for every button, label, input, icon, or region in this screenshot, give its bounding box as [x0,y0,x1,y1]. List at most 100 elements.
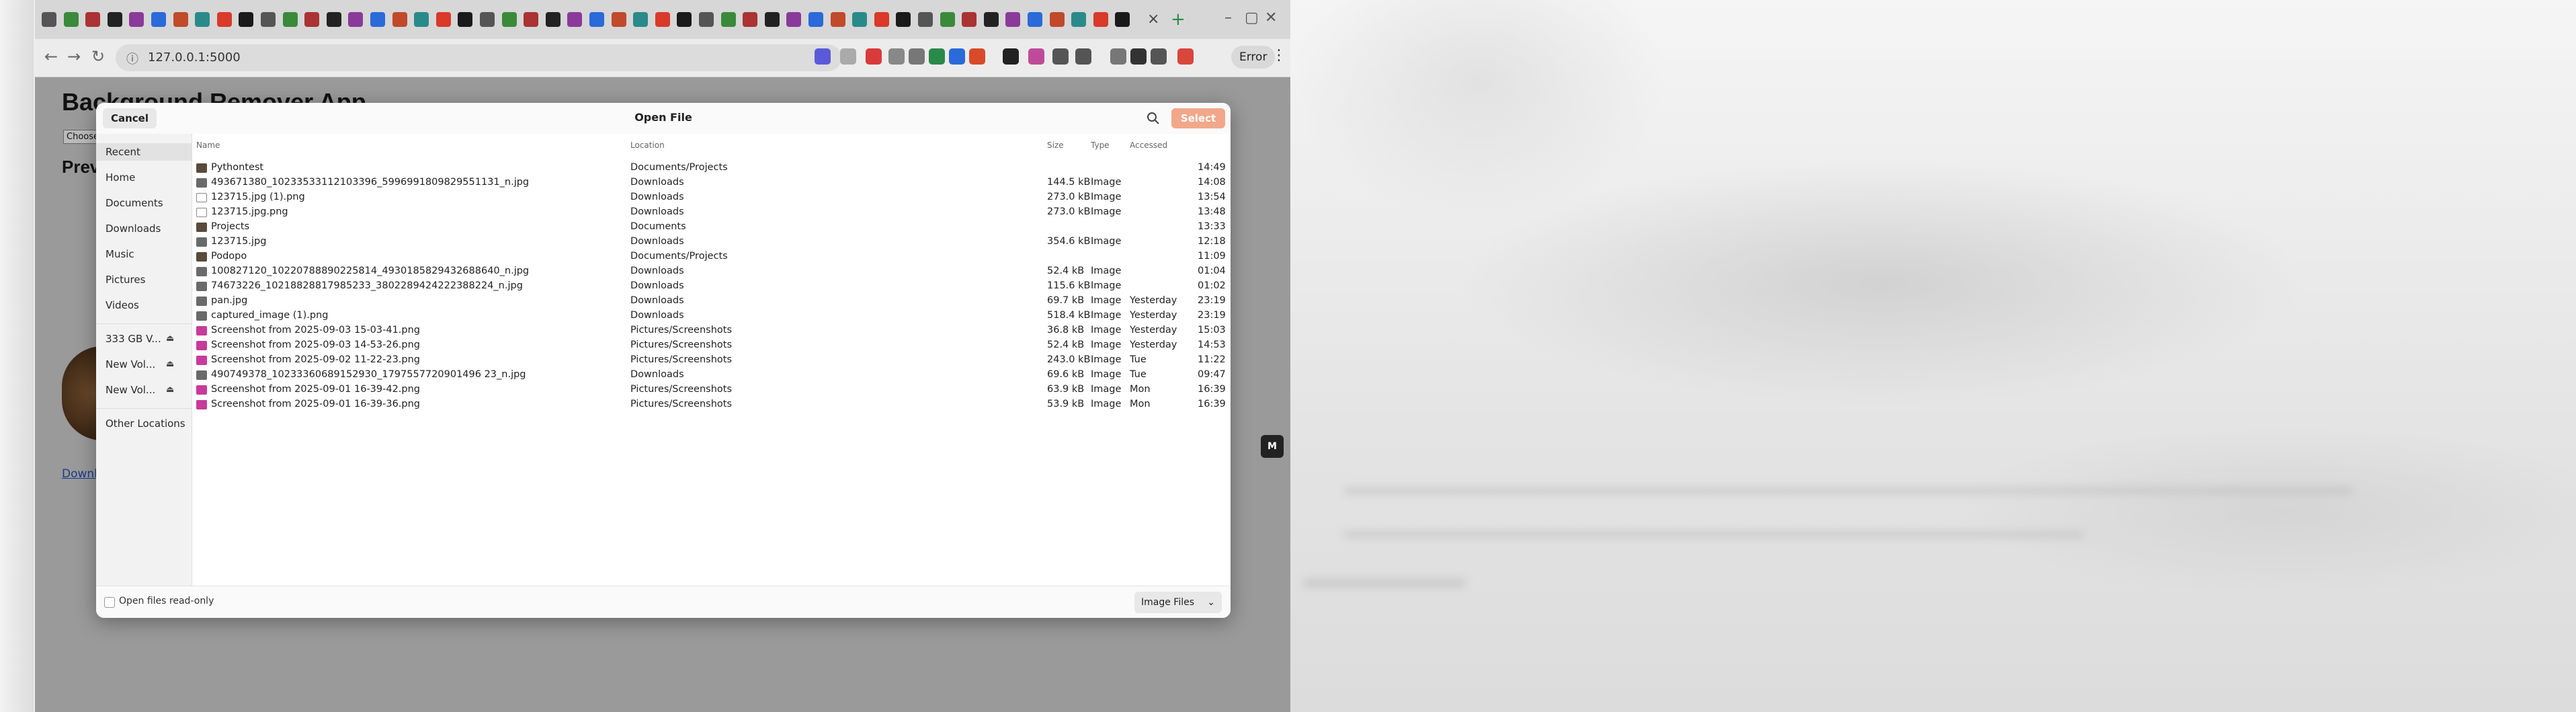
tab-favicon-icon[interactable] [545,12,560,27]
address-bar[interactable]: ⓘ 127.0.0.1:5000 ☆ [116,44,841,71]
tab-favicon-icon[interactable] [42,12,56,27]
file-row[interactable]: Screenshot from 2025-09-03 15-03-41.png P… [192,323,1231,338]
sidebar-item-documents[interactable]: Documents [106,194,163,212]
tab-favicon-icon[interactable] [435,12,451,27]
extension-icon[interactable] [1177,48,1194,65]
sidebar-item-new-vol[interactable]: New Vol... [106,381,155,399]
tab-favicon-icon[interactable] [1049,12,1065,27]
tab-favicon-icon[interactable] [589,12,604,27]
browser-menu-icon[interactable]: ⋮ [1272,47,1286,64]
side-panel-app-icon[interactable]: M [1261,435,1284,458]
tab-favicon-icon[interactable] [501,12,517,27]
tab-favicon-icon[interactable] [633,12,649,27]
sidebar-item-pictures[interactable]: Pictures [106,271,145,288]
extension-icon[interactable] [1028,48,1044,65]
extension-icon[interactable] [1130,48,1147,65]
file-row[interactable]: Pythontest Documents/Projects 14:49 [192,161,1231,175]
extension-icon[interactable] [929,48,945,65]
url-text[interactable]: 127.0.0.1:5000 [148,50,241,65]
tab-favicon-icon[interactable] [173,12,188,27]
tab-favicon-icon[interactable] [1071,12,1087,27]
tab-favicon-icon[interactable] [852,12,868,27]
tab-favicon-icon[interactable] [655,12,670,27]
tab-favicon-icon[interactable] [151,12,166,27]
tab-favicon-icon[interactable] [370,12,385,27]
tab-favicon-icon[interactable] [699,12,714,27]
sidebar-item-other-locations[interactable]: Other Locations [106,415,185,432]
tab-favicon-icon[interactable] [414,12,429,27]
sidebar-item-videos[interactable]: Videos [106,296,139,314]
sidebar-item-333-gb-v[interactable]: 333 GB V... [106,330,161,348]
profile-error-button[interactable]: Error [1231,46,1276,69]
column-header-location[interactable]: Location [630,141,665,150]
back-icon[interactable]: ← [44,47,58,66]
file-row[interactable]: 493671380_10233533112103396_599699180982… [192,175,1231,190]
sidebar-item-home[interactable]: Home [106,169,135,186]
tab-favicon-icon[interactable] [348,12,364,27]
tab-favicon-icon[interactable] [524,12,539,27]
file-type-filter[interactable]: Image Files ⌄ [1134,592,1222,613]
tab-favicon-icon[interactable] [567,12,583,27]
extension-icon[interactable] [866,48,882,65]
close-window-icon[interactable]: ✕ [1265,9,1277,26]
file-row[interactable]: Screenshot from 2025-09-02 11-22-23.png P… [192,353,1231,368]
close-tab-icon[interactable]: × [1147,11,1159,28]
extension-icon[interactable] [949,48,965,65]
tab-favicon-icon[interactable] [480,12,495,27]
eject-icon[interactable]: ⏏ [166,359,174,369]
file-row[interactable]: Screenshot from 2025-09-03 14-53-26.png P… [192,338,1231,353]
sidebar-item-downloads[interactable]: Downloads [106,220,161,237]
file-row[interactable]: 123715.jpg (1).png Downloads 273.0 kB Image… [192,190,1231,205]
column-header-type[interactable]: Type [1091,141,1110,150]
site-info-icon[interactable]: ⓘ [126,50,138,67]
tab-favicon-icon[interactable] [85,12,101,27]
extension-icon[interactable] [1003,48,1019,65]
extension-icon[interactable] [1110,48,1126,65]
file-row[interactable]: 490749378_10233360689152930_179755772090… [192,368,1231,383]
tab-favicon-icon[interactable] [216,12,232,27]
tab-favicon-icon[interactable] [874,12,889,27]
file-row[interactable]: pan.jpg Downloads 69.7 kB Image Yesterday 23:… [192,294,1231,309]
extension-icon[interactable] [909,48,925,65]
tab-favicon-icon[interactable] [896,12,911,27]
extension-icon[interactable] [888,48,905,65]
tab-favicon-icon[interactable] [830,12,845,27]
eject-icon[interactable]: ⏏ [166,385,174,395]
tab-favicon-icon[interactable] [239,12,254,27]
sidebar-item-recent[interactable]: Recent [96,143,192,161]
tab-favicon-icon[interactable] [808,12,823,27]
tab-favicon-icon[interactable] [304,12,320,27]
forward-icon[interactable]: → [67,47,81,66]
column-header-size[interactable]: Size [1047,141,1064,150]
tab-favicon-icon[interactable] [458,12,473,27]
tab-favicon-icon[interactable] [786,12,802,27]
tab-favicon-icon[interactable] [1115,12,1130,27]
extension-icon[interactable] [840,48,856,65]
column-header-name[interactable]: Name [196,141,220,150]
tab-favicon-icon[interactable] [918,12,933,27]
read-only-checkbox[interactable] [104,597,115,608]
tab-favicon-icon[interactable] [764,12,780,27]
tab-favicon-icon[interactable] [1005,12,1021,27]
tab-favicon-icon[interactable] [63,12,79,27]
file-row[interactable]: Screenshot from 2025-09-01 16-39-42.png P… [192,383,1231,397]
file-row[interactable]: 100827120_10220788890225814_493018582943… [192,264,1231,279]
file-row[interactable]: Projects Documents 13:33 [192,220,1231,235]
sidebar-item-music[interactable]: Music [106,245,134,263]
tab-favicon-icon[interactable] [326,12,341,27]
file-row[interactable]: Screenshot from 2025-09-01 16-39-36.png P… [192,397,1231,412]
select-button[interactable]: Select [1171,108,1225,128]
extension-icon[interactable] [969,48,985,65]
reload-icon[interactable]: ↻ [91,47,105,66]
search-icon[interactable] [1145,110,1162,127]
tab-favicon-icon[interactable] [129,12,144,27]
sidebar-item-new-vol[interactable]: New Vol... [106,356,155,373]
minimize-icon[interactable]: – [1224,9,1232,26]
tab-favicon-icon[interactable] [983,12,999,27]
new-tab-button[interactable]: + [1171,9,1186,30]
column-header-accessed[interactable]: Accessed [1130,141,1167,150]
file-row[interactable]: 123715.jpg Downloads 354.6 kB Image 12:18 [192,235,1231,249]
extension-icon[interactable] [1151,48,1167,65]
file-row[interactable]: 74673226_10218828817985233_3802289424222… [192,279,1231,294]
tab-favicon-icon[interactable] [720,12,736,27]
